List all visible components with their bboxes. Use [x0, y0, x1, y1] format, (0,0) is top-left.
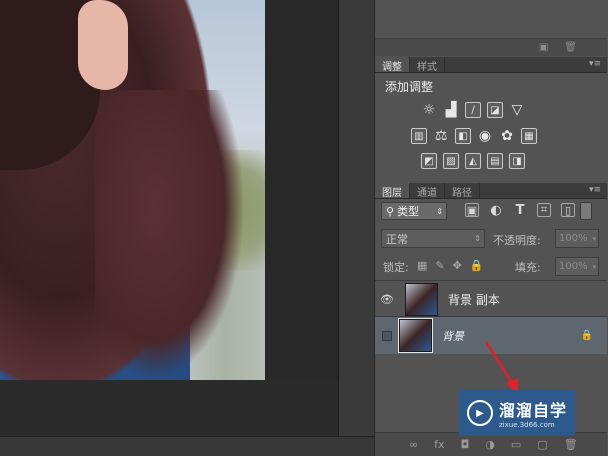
hue-saturation-icon[interactable]: ▥: [411, 128, 427, 144]
layers-filter-bar: ⚲ 类型 ⇕ ▣ ◐ T ⌗ ▯: [375, 198, 607, 228]
upper-panel-footer: ▣ 🗑: [375, 38, 607, 56]
eye-icon[interactable]: 👁: [375, 293, 399, 306]
canvas-pasteboard: [0, 380, 338, 436]
levels-icon[interactable]: ▟: [443, 102, 459, 118]
search-icon: ⚲: [386, 204, 395, 218]
panel-menu-icon[interactable]: ▾≡: [589, 57, 607, 72]
black-white-icon[interactable]: ◧: [455, 128, 471, 144]
lock-label: 锁定:: [383, 261, 409, 274]
exposure-icon[interactable]: ◪: [487, 102, 503, 118]
gradient-map-icon[interactable]: ▤: [487, 153, 503, 169]
tab-channels[interactable]: 通道: [410, 183, 445, 199]
new-layer-icon[interactable]: ▢: [537, 438, 547, 451]
tab-paths[interactable]: 路径: [445, 183, 480, 199]
play-logo-icon: ▶: [467, 400, 493, 426]
mask-icon[interactable]: ◘: [461, 438, 470, 451]
lock-position-icon[interactable]: ✥: [453, 259, 462, 272]
lock-row: 锁定: ▦ ✎ ✥ 🔒 填充: 100% ▾: [375, 256, 607, 278]
curves-icon[interactable]: ∕: [465, 102, 481, 118]
type-filter-icon[interactable]: T: [513, 203, 527, 218]
annotation-arrow: [484, 341, 518, 394]
panel-dock-strip: [338, 0, 374, 456]
link-icon[interactable]: ∞: [409, 438, 418, 451]
layer-row[interactable]: 👁 背景 副本: [375, 280, 607, 318]
opacity-label: 不透明度:: [493, 234, 541, 247]
chevron-updown-icon: ⇕: [474, 234, 481, 243]
tab-layers[interactable]: 图层: [375, 183, 410, 199]
channel-mixer-icon[interactable]: ✿: [499, 128, 515, 144]
pixel-filter-icon[interactable]: ▣: [465, 203, 479, 217]
photo-filter-icon[interactable]: ◉: [477, 128, 493, 144]
photoshop-window: ▣ 🗑 调整 样式 ▾≡ 添加调整 ☼ ▟ ∕ ◪ ▽ ▥ ⚖ ◧ ◉ ✿ ▦ …: [0, 0, 608, 456]
upper-panel: [375, 0, 607, 40]
layer-name: 背景: [442, 329, 464, 343]
smart-object-filter-icon[interactable]: ▯: [561, 203, 575, 217]
tab-styles[interactable]: 样式: [410, 57, 445, 73]
opacity-input[interactable]: 100% ▾: [555, 229, 599, 248]
color-lookup-icon[interactable]: ▦: [521, 128, 537, 144]
opacity-value: 100%: [559, 233, 588, 244]
lock-all-icon[interactable]: 🔒: [470, 259, 484, 272]
panel-menu-icon[interactable]: ▾≡: [589, 183, 607, 198]
watermark: ▶ 溜溜自学 zixue.3d66.com: [459, 390, 575, 436]
vibrance-icon[interactable]: ▽: [509, 102, 525, 118]
adjustment-icon[interactable]: ◑: [485, 438, 495, 451]
invert-icon[interactable]: ◩: [421, 153, 437, 169]
lock-pixels-icon[interactable]: ✎: [435, 259, 444, 272]
horizontal-scrollbar[interactable]: [0, 436, 374, 456]
layer-name: 背景 副本: [448, 293, 500, 307]
filter-icons: ▣ ◐ T ⌗ ▯: [465, 203, 575, 218]
watermark-url: zixue.3d66.com: [499, 421, 555, 429]
fill-input[interactable]: 100% ▾: [555, 257, 599, 276]
folder-icon[interactable]: ▭: [511, 438, 521, 451]
adjustments-row-2: ▥ ⚖ ◧ ◉ ✿ ▦: [411, 128, 537, 144]
adjustment-filter-icon[interactable]: ◐: [489, 203, 503, 218]
fill-label: 填充:: [515, 261, 541, 274]
lock-transparent-icon[interactable]: ▦: [417, 259, 427, 272]
kind-filter-value: 类型: [397, 205, 420, 218]
kind-filter-select[interactable]: ⚲ 类型 ⇕: [381, 202, 447, 220]
adjustments-row-1: ☼ ▟ ∕ ◪ ▽: [421, 102, 525, 118]
trash-icon[interactable]: 🗑: [564, 42, 577, 53]
new-icon[interactable]: ▣: [539, 42, 548, 53]
threshold-icon[interactable]: ◭: [465, 153, 481, 169]
layer-thumbnail[interactable]: [398, 318, 433, 353]
adjustments-title: 添加调整: [385, 80, 434, 94]
chevron-updown-icon: ⇕: [436, 206, 443, 216]
selective-color-icon[interactable]: ◨: [509, 153, 525, 169]
watermark-title: 溜溜自学: [499, 401, 568, 420]
visibility-toggle[interactable]: [382, 330, 392, 341]
adjustments-tabbar: 调整 样式 ▾≡: [375, 57, 607, 73]
blend-mode-select[interactable]: 正常 ⇕: [381, 229, 485, 248]
document-image[interactable]: [0, 0, 265, 380]
lock-icon: 🔒: [580, 330, 593, 341]
chevron-down-icon: ▾: [592, 234, 596, 243]
lock-icons: ▦ ✎ ✥ 🔒: [417, 259, 484, 272]
adjustments-row-3: ◩ ▨ ◭ ▤ ◨: [421, 153, 525, 169]
chevron-down-icon: ▾: [592, 262, 596, 271]
blend-mode-value: 正常: [386, 232, 408, 246]
posterize-icon[interactable]: ▨: [443, 153, 459, 169]
canvas-area[interactable]: [0, 0, 338, 456]
trash-icon[interactable]: 🗑: [564, 438, 578, 451]
fill-value: 100%: [559, 261, 588, 272]
fx-icon[interactable]: fx: [434, 438, 444, 451]
tab-adjustments[interactable]: 调整: [375, 57, 410, 73]
layer-thumbnail[interactable]: [405, 283, 438, 316]
layers-tabbar: 图层 通道 路径 ▾≡: [375, 183, 607, 199]
shape-filter-icon[interactable]: ⌗: [537, 203, 551, 217]
brightness-icon[interactable]: ☼: [421, 102, 437, 118]
color-balance-icon[interactable]: ⚖: [433, 128, 449, 144]
blend-row: 正常 ⇕ 不透明度: 100% ▾: [375, 229, 607, 251]
filter-toggle[interactable]: [580, 202, 592, 220]
